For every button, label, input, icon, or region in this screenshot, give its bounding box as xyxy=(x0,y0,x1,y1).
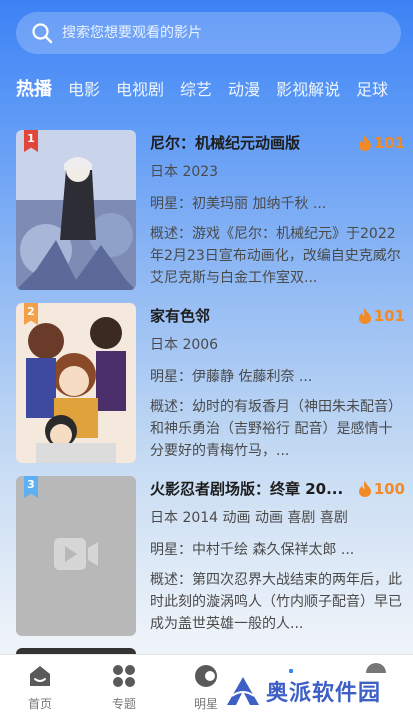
heat-score: 101 xyxy=(358,130,405,156)
item-title[interactable]: 尼尔：机械纪元动画版 xyxy=(150,130,345,156)
nav-home-label: 首页 xyxy=(27,697,52,711)
flame-icon xyxy=(358,308,371,324)
item-description: 概述：游戏《尼尔：机械纪元》于2022年2月23日宣布动画化，改编自史克威尔艾尼… xyxy=(150,226,401,286)
item-title[interactable]: 火影忍者剧场版：终章 20... xyxy=(150,476,345,502)
nav-home[interactable]: 首页 xyxy=(10,663,70,712)
tab-tv-series[interactable]: 电视剧 xyxy=(116,76,164,108)
profile-icon[interactable] xyxy=(366,663,386,673)
list-item[interactable]: 3 火影忍者剧场版：终章 20... 100 日本 2014 动画 动画 喜剧 … xyxy=(16,476,405,636)
tab-anime[interactable]: 动漫 xyxy=(228,76,260,108)
star-person-icon xyxy=(195,665,217,687)
item-meta: 日本 2014 动画 动画 喜剧 喜剧 xyxy=(150,510,348,526)
tab-hot[interactable]: 热播 xyxy=(16,76,52,108)
poster-image[interactable]: 2 xyxy=(16,303,136,463)
item-actors: 明星：伊藤静 佐藤利奈 ... xyxy=(150,369,313,385)
video-placeholder-icon xyxy=(54,538,98,570)
list-item[interactable]: 1 尼尔：机械纪元动画版 101 日本 2023 明星：初美玛丽 加纳千秋 ..… xyxy=(16,130,405,290)
watermark: 奥派软件园 xyxy=(226,674,381,708)
item-actors: 明星：初美玛丽 加纳千秋 ... xyxy=(150,196,327,212)
flame-icon xyxy=(358,481,371,497)
heat-value: 100 xyxy=(373,480,405,498)
item-description: 概述：幼时的有坂香月（神田朱未配音）和神乐勇治（吉野裕行 配音）是感情十分要好的… xyxy=(150,399,402,459)
nav-topics-label: 专题 xyxy=(111,697,136,711)
search-icon xyxy=(32,23,53,44)
item-description: 概述：第四次忍界大战结束的两年后，此时此刻的漩涡鸣人（竹内顺子配音）早已成为盖世… xyxy=(150,572,402,632)
grid-icon xyxy=(113,665,135,687)
flame-icon xyxy=(358,135,371,151)
heat-score: 101 xyxy=(358,303,405,329)
list-item[interactable]: 2 家有色邻 101 日本 2006 明星：伊藤静 佐藤利奈 ... 概述：幼时… xyxy=(16,303,405,463)
item-meta: 日本 2006 xyxy=(150,337,219,353)
tab-football[interactable]: 足球 xyxy=(356,76,388,108)
poster-placeholder[interactable]: 3 xyxy=(16,476,136,636)
tab-movie[interactable]: 电影 xyxy=(68,76,100,108)
tab-commentary[interactable]: 影视解说 xyxy=(276,76,340,108)
heat-value: 101 xyxy=(373,134,405,152)
item-actors: 明星：中村千绘 森久保祥太郎 ... xyxy=(150,542,355,558)
search-input[interactable] xyxy=(62,25,362,41)
heat-value: 101 xyxy=(373,307,405,325)
home-icon xyxy=(30,666,50,686)
tab-variety[interactable]: 综艺 xyxy=(180,76,212,108)
item-meta: 日本 2023 xyxy=(150,164,219,180)
nav-topics[interactable]: 专题 xyxy=(94,663,154,712)
heat-score: 100 xyxy=(358,476,405,502)
category-tabs: 热播 电影 电视剧 综艺 动漫 影视解说 足球 xyxy=(16,76,413,108)
item-title[interactable]: 家有色邻 xyxy=(150,303,345,329)
poster-image[interactable]: 1 xyxy=(16,130,136,290)
watermark-text: 奥派软件园 xyxy=(266,681,382,706)
search-bar[interactable] xyxy=(16,12,401,54)
watermark-logo-icon xyxy=(227,677,259,705)
active-indicator-dot xyxy=(289,669,293,673)
